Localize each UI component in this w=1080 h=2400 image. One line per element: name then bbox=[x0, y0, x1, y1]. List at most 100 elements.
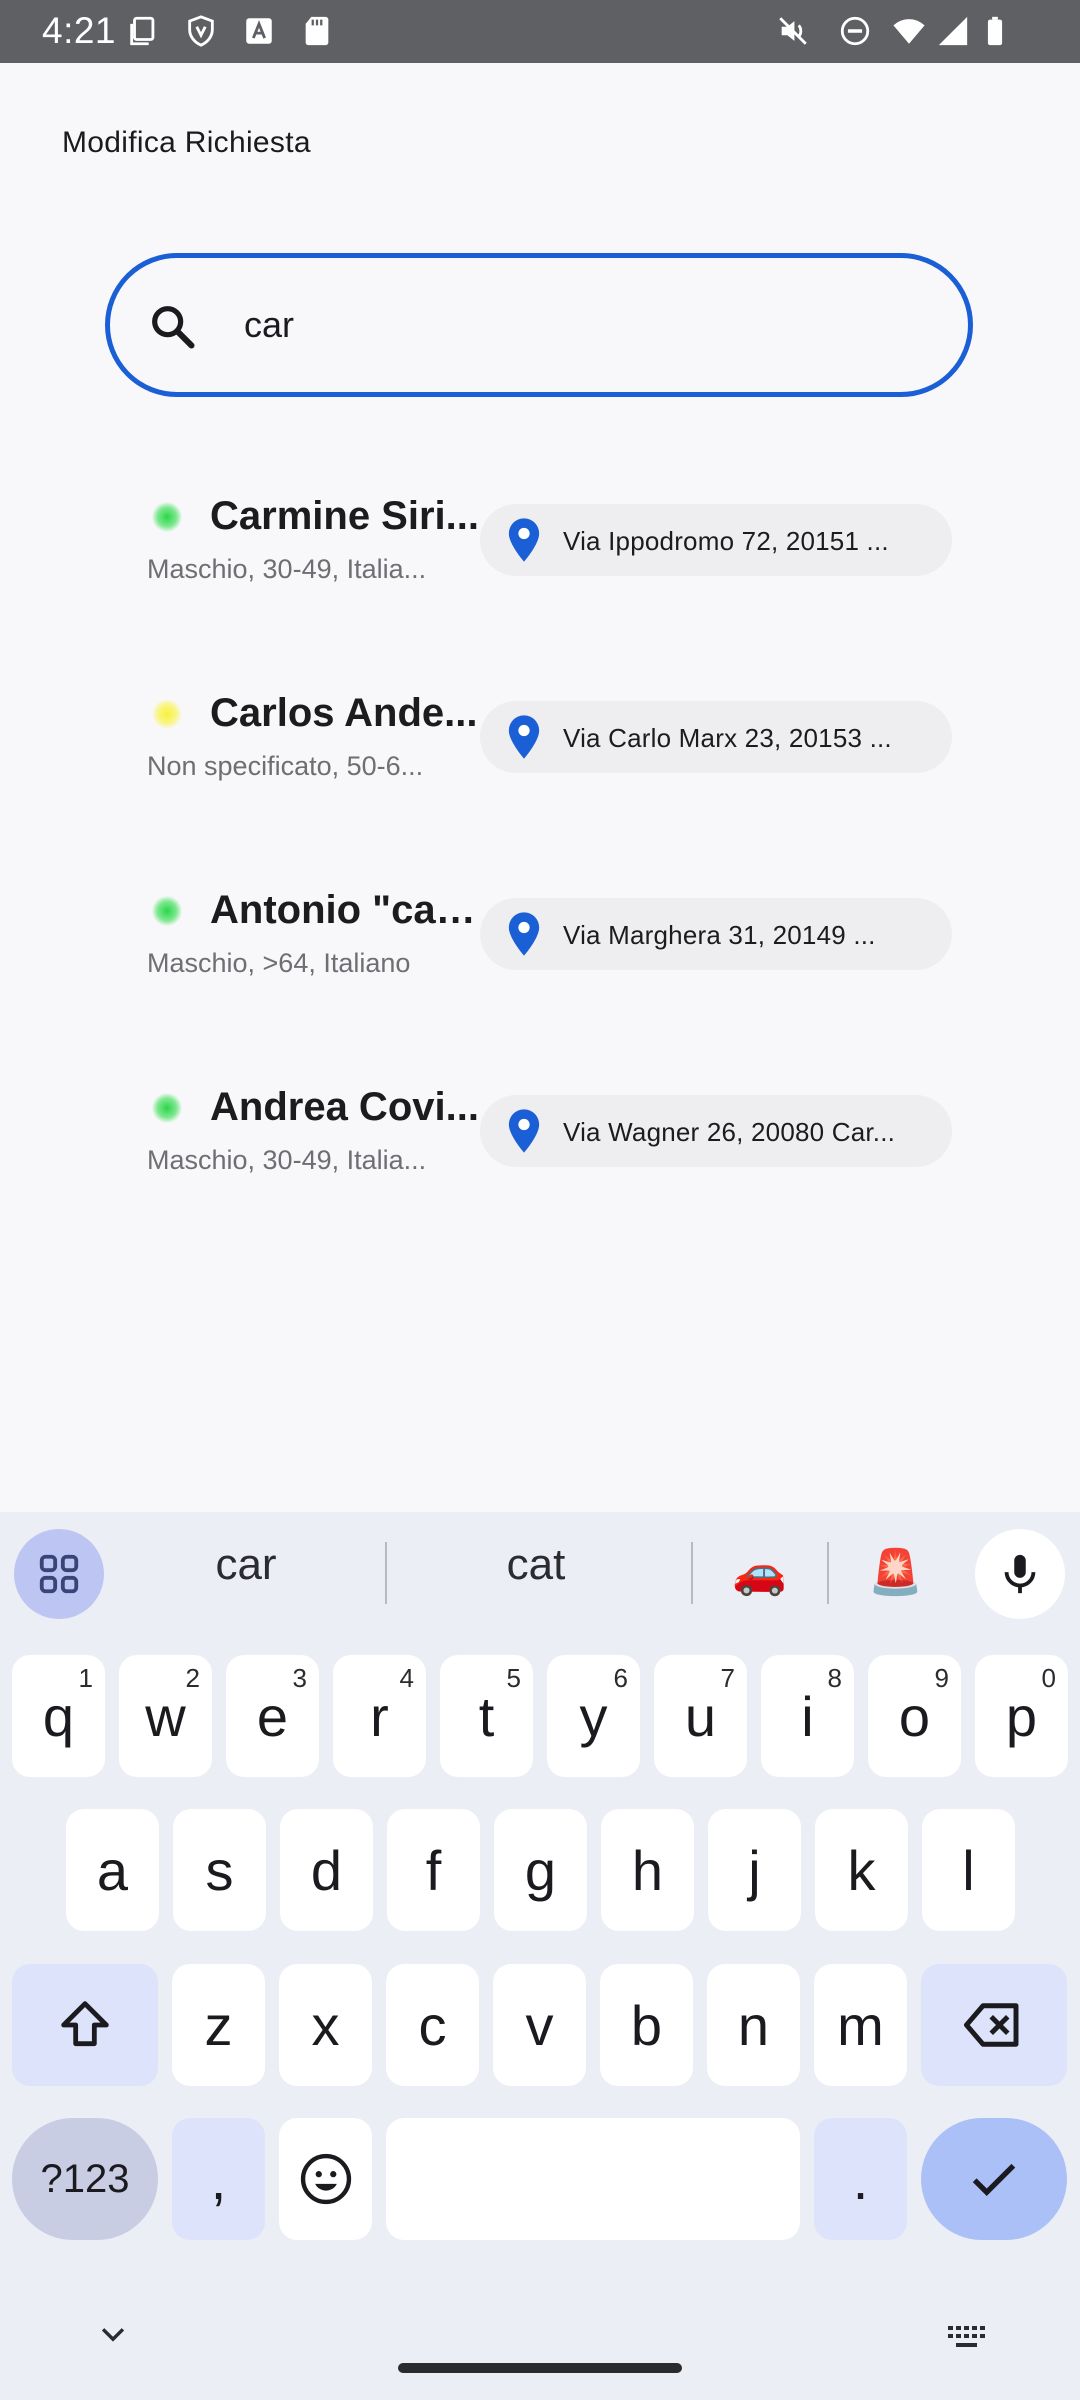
address-chip[interactable]: Via Wagner 26, 20080 Car... bbox=[480, 1095, 952, 1167]
key-hint-number: 9 bbox=[934, 1663, 949, 1693]
address-text: Via Carlo Marx 23, 20153 ... bbox=[563, 723, 892, 753]
key-r[interactable]: r4 bbox=[333, 1655, 426, 1777]
key-label: i bbox=[801, 1684, 814, 1748]
key-j[interactable]: j bbox=[708, 1809, 801, 1931]
hide-keyboard-chevron-icon[interactable] bbox=[96, 2318, 130, 2352]
key-label: k bbox=[847, 1838, 876, 1902]
search-field[interactable] bbox=[105, 253, 973, 397]
mute-icon bbox=[776, 14, 810, 48]
key-label: a bbox=[96, 1838, 129, 1902]
key-q[interactable]: q1 bbox=[12, 1655, 105, 1777]
key-l[interactable]: l bbox=[922, 1809, 1015, 1931]
key-label: o bbox=[898, 1684, 931, 1748]
key-hint-number: 0 bbox=[1041, 1663, 1056, 1693]
address-text: Via Wagner 26, 20080 Car... bbox=[563, 1117, 896, 1147]
key-p[interactable]: p0 bbox=[975, 1655, 1068, 1777]
emoji-suggestion-car[interactable]: 🚗 bbox=[732, 1546, 787, 1598]
backspace-key[interactable] bbox=[921, 1964, 1067, 2086]
key-n[interactable]: n bbox=[707, 1964, 800, 2086]
voice-input-button[interactable] bbox=[975, 1529, 1065, 1619]
suggestion-divider bbox=[691, 1542, 693, 1604]
shift-key[interactable] bbox=[12, 1964, 158, 2086]
result-meta: Non specificato, 50-6... bbox=[147, 751, 424, 781]
key-f[interactable]: f bbox=[387, 1809, 480, 1931]
key-label: j bbox=[748, 1838, 761, 1902]
address-chip[interactable]: Via Ippodromo 72, 20151 ... bbox=[480, 504, 952, 576]
key-m[interactable]: m bbox=[814, 1964, 907, 2086]
key-x[interactable]: x bbox=[279, 1964, 372, 2086]
suggestion-2[interactable]: cat bbox=[486, 1540, 586, 1590]
key-label: . bbox=[852, 2147, 869, 2211]
keyboard-switch-icon[interactable] bbox=[946, 2322, 990, 2352]
key-label: q bbox=[42, 1684, 75, 1748]
shift-icon bbox=[61, 2001, 109, 2047]
address-chip[interactable]: Via Marghera 31, 20149 ... bbox=[480, 898, 952, 970]
key-label: w bbox=[145, 1684, 186, 1748]
key-u[interactable]: u7 bbox=[654, 1655, 747, 1777]
result-name: Antonio "car... bbox=[210, 888, 480, 932]
key-k[interactable]: k bbox=[815, 1809, 908, 1931]
key-label: v bbox=[525, 1993, 554, 2057]
dnd-icon bbox=[838, 14, 872, 48]
key-e[interactable]: e3 bbox=[226, 1655, 319, 1777]
apps-grid-button[interactable] bbox=[14, 1529, 104, 1619]
emoji-suggestion-siren[interactable]: 🚨 bbox=[868, 1546, 923, 1598]
key-w[interactable]: w2 bbox=[119, 1655, 212, 1777]
enter-key[interactable] bbox=[921, 2118, 1067, 2240]
key-g[interactable]: g bbox=[494, 1809, 587, 1931]
location-pin-icon bbox=[508, 1109, 540, 1153]
status-time: 4:21 bbox=[42, 10, 117, 51]
key-i[interactable]: i8 bbox=[761, 1655, 854, 1777]
result-name: Carlos Ande... bbox=[210, 691, 478, 735]
key-c[interactable]: c bbox=[386, 1964, 479, 2086]
result-row[interactable]: Antonio "car... Maschio, >64, Italiano Via… bbox=[0, 864, 1080, 1004]
key-z[interactable]: z bbox=[172, 1964, 265, 2086]
grid-icon bbox=[39, 1554, 79, 1594]
key-b[interactable]: b bbox=[600, 1964, 693, 2086]
location-pin-icon bbox=[508, 715, 540, 759]
key-label: u bbox=[684, 1684, 717, 1748]
period-key[interactable]: . bbox=[814, 2118, 907, 2240]
address-text: Via Marghera 31, 20149 ... bbox=[563, 920, 876, 950]
key-d[interactable]: d bbox=[280, 1809, 373, 1931]
result-meta: Maschio, 30-49, Italia... bbox=[147, 554, 427, 584]
key-label: t bbox=[478, 1684, 495, 1748]
result-row[interactable]: Andrea Covi... Maschio, 30-49, Italia... V… bbox=[0, 1061, 1080, 1201]
result-row[interactable]: Carmine Siri... Maschio, 30-49, Italia...… bbox=[0, 470, 1080, 610]
key-label: ?123 bbox=[40, 2156, 130, 2201]
key-label: d bbox=[310, 1838, 343, 1902]
result-name: Carmine Siri... bbox=[210, 494, 479, 538]
status-dot bbox=[152, 699, 182, 729]
key-label: b bbox=[630, 1993, 663, 2057]
key-y[interactable]: y6 bbox=[547, 1655, 640, 1777]
symbols-key[interactable]: ?123 bbox=[12, 2118, 158, 2240]
key-label: , bbox=[210, 2147, 227, 2211]
key-label: c bbox=[418, 1993, 447, 2057]
key-s[interactable]: s bbox=[173, 1809, 266, 1931]
comma-key[interactable]: , bbox=[172, 2118, 265, 2240]
keyboard: car cat 🚗 🚨 q1w2e3r4t5y6u7i8o9p0asdfghjk… bbox=[0, 1512, 1080, 2400]
suggestion-bar: car cat 🚗 🚨 bbox=[0, 1512, 1080, 1632]
address-chip[interactable]: Via Carlo Marx 23, 20153 ... bbox=[480, 701, 952, 773]
key-hint-number: 7 bbox=[720, 1663, 735, 1693]
result-row[interactable]: Carlos Ande... Non specificato, 50-6... Vi… bbox=[0, 667, 1080, 807]
accessibility-a-icon bbox=[242, 14, 276, 48]
key-hint-number: 3 bbox=[292, 1663, 307, 1693]
key-label: y bbox=[579, 1684, 608, 1748]
search-input[interactable] bbox=[244, 288, 904, 362]
page-title: Modifica Richiesta bbox=[62, 126, 311, 159]
space-key[interactable] bbox=[386, 2118, 800, 2240]
key-v[interactable]: v bbox=[493, 1964, 586, 2086]
key-h[interactable]: h bbox=[601, 1809, 694, 1931]
suggestion-1[interactable]: car bbox=[196, 1540, 296, 1590]
key-o[interactable]: o9 bbox=[868, 1655, 961, 1777]
home-indicator[interactable] bbox=[398, 2363, 682, 2373]
key-t[interactable]: t5 bbox=[440, 1655, 533, 1777]
screenshot-icon bbox=[126, 14, 160, 48]
status-dot bbox=[152, 502, 182, 532]
emoji-key[interactable] bbox=[279, 2118, 372, 2240]
key-a[interactable]: a bbox=[66, 1809, 159, 1931]
checkmark-icon bbox=[972, 2163, 1016, 2197]
key-label: x bbox=[311, 1993, 340, 2057]
key-hint-number: 5 bbox=[506, 1663, 521, 1693]
